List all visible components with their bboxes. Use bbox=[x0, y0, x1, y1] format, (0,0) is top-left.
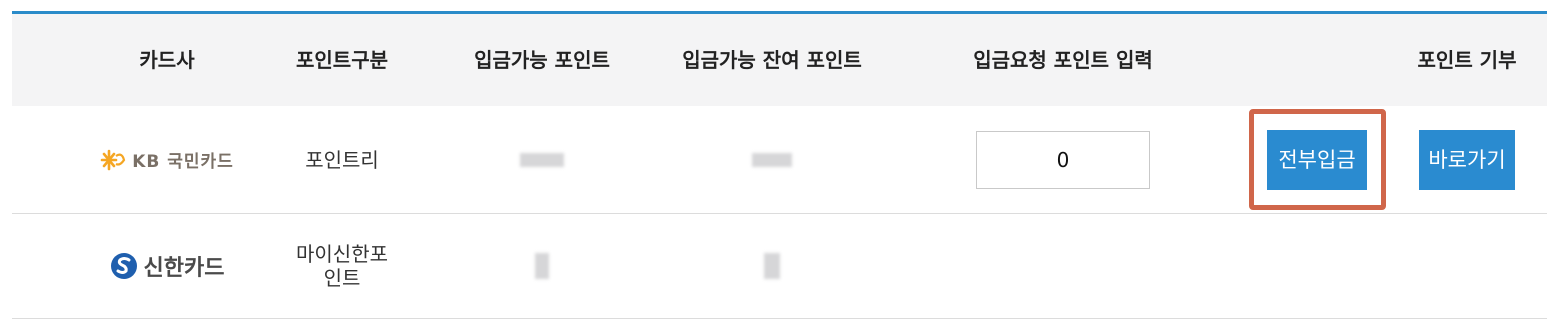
header-request-points-input: 입금요청 포인트 입력 bbox=[973, 48, 1153, 72]
header-point-type: 포인트구분 bbox=[296, 48, 388, 72]
available-points-cell bbox=[472, 106, 612, 213]
card-company-cell: 신한카드 bbox=[67, 214, 267, 318]
table-row: 신한카드 마이신한포 인트 bbox=[12, 214, 1547, 319]
deposit-all-highlight-box bbox=[1249, 109, 1386, 210]
point-type-cell: 마이신한포 인트 bbox=[272, 214, 412, 318]
kb-card-logo-text: KB 국민카드 bbox=[132, 152, 234, 172]
masked-value bbox=[752, 152, 792, 167]
card-points-table: 카드사 포인트구분 입금가능 포인트 입금가능 잔여 포인트 입금요청 포인트 … bbox=[12, 11, 1547, 319]
remaining-points-cell bbox=[672, 106, 872, 213]
available-points-cell bbox=[472, 214, 612, 318]
kb-star-icon bbox=[100, 149, 126, 170]
table-header: 카드사 포인트구분 입금가능 포인트 입금가능 잔여 포인트 입금요청 포인트 … bbox=[12, 14, 1547, 106]
point-type-cell: 포인트리 bbox=[305, 147, 379, 172]
goto-button[interactable]: 바로가기 bbox=[1419, 129, 1515, 190]
card-company-cell: KB 국민카드 bbox=[67, 106, 267, 213]
header-card-company: 카드사 bbox=[139, 48, 195, 72]
request-points-cell bbox=[967, 106, 1159, 213]
masked-value bbox=[520, 152, 564, 167]
masked-value bbox=[535, 253, 549, 279]
kb-card-logo: KB 국민카드 bbox=[100, 147, 234, 172]
masked-value bbox=[764, 253, 780, 279]
header-available-points: 입금가능 포인트 bbox=[474, 48, 610, 72]
point-type-line2: 인트 bbox=[323, 266, 361, 290]
donation-cell: 바로가기 bbox=[1407, 106, 1527, 213]
remaining-points-cell bbox=[672, 214, 872, 318]
header-point-donation: 포인트 기부 bbox=[1417, 48, 1517, 72]
shinhan-card-logo: 신한카드 bbox=[110, 250, 225, 282]
request-points-input[interactable] bbox=[976, 130, 1150, 189]
header-available-remaining-points: 입금가능 잔여 포인트 bbox=[682, 48, 862, 72]
point-type-line1: 마이신한포 bbox=[296, 242, 388, 266]
shinhan-s-icon bbox=[110, 253, 137, 279]
shinhan-card-logo-text: 신한카드 bbox=[143, 256, 225, 281]
